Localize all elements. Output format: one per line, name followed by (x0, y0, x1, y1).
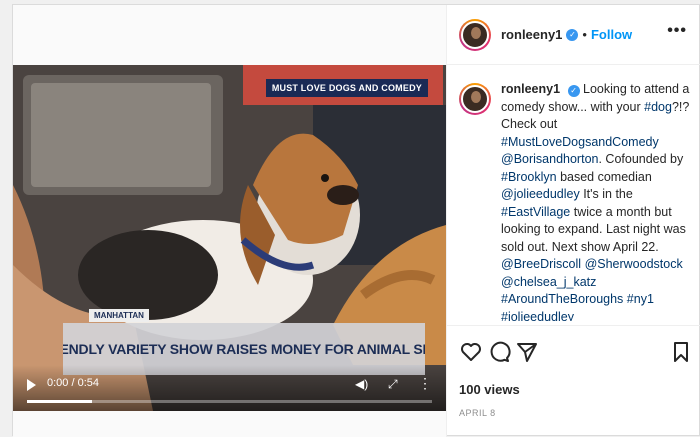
hashtag-link[interactable]: #EastVillage (501, 205, 570, 219)
caption-segment: . Cofounded by (598, 152, 684, 166)
header-username[interactable]: ronleeny1 (501, 27, 562, 42)
video-controls: 0:00 / 0:54 ◀) ⤢ ⋮ (13, 365, 446, 411)
hashtag-link[interactable]: #ny1 (627, 292, 654, 306)
caption-avatar[interactable] (459, 83, 491, 115)
caption-verified-badge-icon: ✓ (567, 85, 580, 97)
post-caption: ronleeny1 ✓ Looking to attend a comedy s… (459, 81, 697, 321)
heart-icon[interactable] (459, 340, 483, 364)
share-icon[interactable] (515, 340, 539, 364)
avatar[interactable] (459, 18, 491, 51)
more-options-icon[interactable]: ••• (667, 23, 687, 39)
mention-link[interactable]: @Sherwoodstock (585, 257, 683, 271)
post-header: ronleeny1 ✓ • Follow ••• (447, 5, 700, 65)
hashtag-link[interactable]: #dog (644, 100, 672, 114)
video-progress-fill (27, 400, 92, 403)
video-player[interactable]: MUST LOVE DOGS AND COMEDY MANHATTAN DOG … (13, 65, 446, 411)
separator-dot: • (582, 27, 587, 42)
bookmark-icon[interactable] (669, 340, 693, 364)
mention-link[interactable]: @Borisandhorton (501, 152, 598, 166)
mention-link[interactable]: @jolieedudley (501, 187, 580, 201)
caption-segment: It's in the (579, 187, 633, 201)
volume-icon[interactable]: ◀) (355, 377, 368, 391)
media-panel: MUST LOVE DOGS AND COMEDY MANHATTAN DOG … (13, 5, 446, 437)
follow-button[interactable]: Follow (591, 27, 632, 42)
verified-badge-icon: ✓ (566, 28, 579, 41)
caption-username[interactable]: ronleeny1 (501, 82, 560, 96)
post-actions: 100 views APRIL 8 (447, 325, 700, 437)
post-sidebar: ronleeny1 ✓ • Follow ••• ronleeny1 ✓ Loo… (446, 5, 700, 437)
mention-link[interactable]: @chelsea_j_katz (501, 275, 596, 289)
chyron-show-title: MUST LOVE DOGS AND COMEDY (265, 79, 428, 97)
comment-icon[interactable] (487, 340, 511, 364)
caption-segment: based comedian (556, 169, 652, 184)
hashtag-link[interactable]: #MustLoveDogsandComedy (501, 135, 659, 149)
hashtag-link[interactable]: #AroundTheBoroughs (501, 292, 623, 306)
hashtag-link[interactable]: #jolieedudley (501, 310, 574, 322)
hashtag-link[interactable]: #Brooklyn (501, 170, 557, 184)
post-date: APRIL 8 (459, 408, 496, 418)
chyron-location: MANHATTAN (89, 309, 149, 322)
video-progress-bar[interactable] (27, 400, 432, 403)
post-frame: MUST LOVE DOGS AND COMEDY MANHATTAN DOG … (12, 4, 700, 437)
play-icon[interactable] (27, 379, 36, 391)
mention-link[interactable]: @BreeDriscoll (501, 257, 581, 271)
video-more-icon[interactable]: ⋮ (418, 375, 432, 392)
view-count[interactable]: 100 views (459, 382, 520, 397)
video-time: 0:00 / 0:54 (47, 377, 99, 389)
caption-text: ronleeny1 ✓ Looking to attend a comedy s… (501, 81, 697, 321)
fullscreen-icon[interactable]: ⤢ (388, 377, 398, 392)
